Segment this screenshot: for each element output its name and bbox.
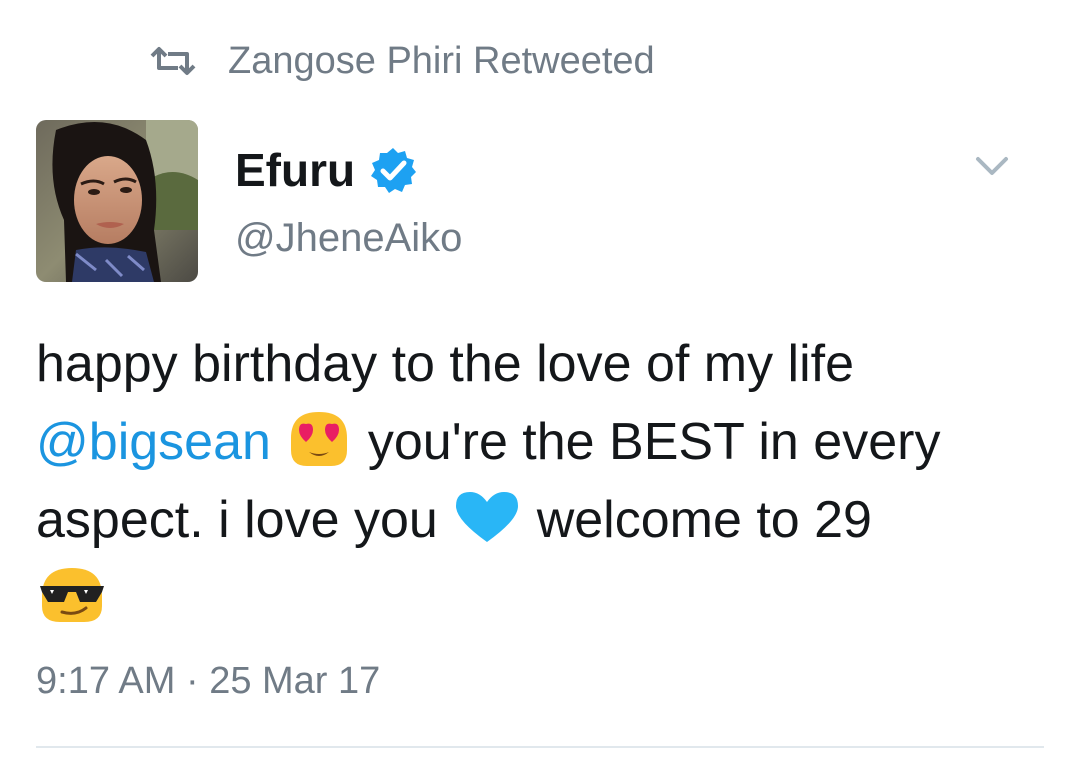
tweet-text-segment: welcome to 29 — [536, 491, 872, 549]
tweet-text-segment: aspect. i love you — [36, 491, 438, 549]
sunglasses-emoji — [40, 568, 104, 623]
avatar[interactable] — [36, 120, 198, 282]
tweet-timestamp[interactable]: 9:17 AM · 25 Mar 17 — [36, 660, 380, 703]
tweet-line-1: happy birthday to the love of my life — [36, 325, 1056, 403]
heart-eyes-emoji — [291, 412, 348, 467]
retweet-label: Zangose Phiri Retweeted — [228, 39, 655, 82]
display-name-text: Efuru — [235, 144, 356, 196]
divider — [36, 746, 1044, 748]
verified-badge-icon — [371, 148, 417, 193]
retweet-context[interactable]: Zangose Phiri Retweeted — [148, 34, 655, 88]
tweet-body: happy birthday to the love of my life @b… — [36, 325, 1056, 637]
retweet-icon — [150, 47, 196, 75]
tweet-line-3: aspect. i love you welcome to 29 — [36, 481, 1056, 559]
profile-photo — [36, 120, 198, 282]
mention-link[interactable]: @bigsean — [36, 413, 271, 471]
blue-heart-emoji — [456, 492, 519, 543]
chevron-down-icon[interactable] — [972, 146, 1012, 186]
author-display-name[interactable]: Efuru — [235, 143, 417, 197]
tweet-line-4 — [36, 559, 1056, 637]
tweet-line-2: @bigsean you're the BEST in every — [36, 403, 1056, 481]
author-handle[interactable]: @JheneAiko — [235, 216, 462, 261]
tweet-text-segment: happy birthday to the love of my life — [36, 335, 855, 393]
tweet-text-segment: you're the BEST in every — [367, 413, 941, 471]
